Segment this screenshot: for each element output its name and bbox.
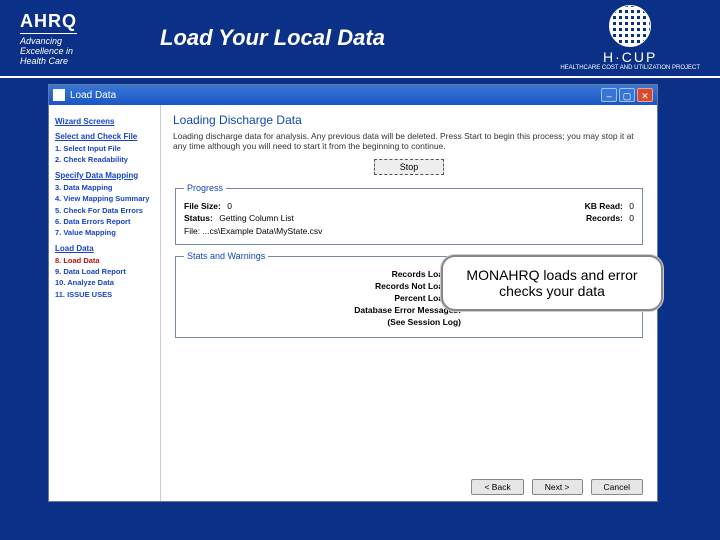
stat-label: Records Loaded: xyxy=(311,269,461,279)
close-button[interactable]: ✕ xyxy=(637,88,653,102)
back-button[interactable]: < Back xyxy=(471,479,523,495)
app-icon xyxy=(53,89,65,101)
ahrq-tagline-2: Excellence in xyxy=(20,46,130,56)
sidebar-step[interactable]: 9. Data Load Report xyxy=(55,267,154,276)
progress-legend: Progress xyxy=(184,183,226,193)
cancel-button[interactable]: Cancel xyxy=(591,479,643,495)
minimize-button[interactable]: – xyxy=(601,88,617,102)
app-window: Load Data – ▢ ✕ Wizard Screens Select an… xyxy=(48,84,658,502)
stats-legend: Stats and Warnings xyxy=(184,251,268,261)
file-label: File: xyxy=(184,226,200,236)
window-titlebar[interactable]: Load Data – ▢ ✕ xyxy=(49,85,657,105)
stat-label: Records Not Loaded: xyxy=(311,281,461,291)
kb-read-label: KB Read: xyxy=(585,201,623,211)
stop-button[interactable]: Stop xyxy=(374,159,444,175)
stat-label: Percent Loaded: xyxy=(311,293,461,303)
sidebar-group-load: Load Data xyxy=(55,244,154,253)
sidebar-group-wizard: Wizard Screens xyxy=(55,117,154,126)
window-title: Load Data xyxy=(70,90,116,101)
status-value: Getting Column List xyxy=(219,213,294,223)
panel-intro-text: Loading discharge data for analysis. Any… xyxy=(173,131,645,151)
globe-icon xyxy=(609,5,651,47)
hcup-logo: H·CUP HEALTHCARE COST AND UTILIZATION PR… xyxy=(560,5,700,71)
ahrq-logo: AHRQ Advancing Excellence in Health Care xyxy=(20,11,130,66)
ahrq-tagline-1: Advancing xyxy=(20,36,130,46)
sidebar-step[interactable]: 6. Data Errors Report xyxy=(55,217,154,226)
ahrq-tagline-3: Health Care xyxy=(20,56,130,66)
stat-label: Database Error Messages: xyxy=(311,305,461,315)
status-label: Status: xyxy=(184,213,213,223)
panel-heading: Loading Discharge Data xyxy=(173,113,645,127)
progress-group: Progress File Size: 0 KB Read: 0 Status:… xyxy=(175,183,643,245)
maximize-button[interactable]: ▢ xyxy=(619,88,635,102)
hcup-wordmark: H·CUP xyxy=(560,49,700,65)
sidebar-group-select: Select and Check File xyxy=(55,132,154,141)
sidebar-step[interactable]: 4. View Mapping Summary xyxy=(55,194,154,203)
annotation-callout: MONAHRQ loads and error checks your data xyxy=(441,255,663,311)
stat-value xyxy=(467,317,507,327)
wizard-footer-buttons: < Back Next > Cancel xyxy=(471,479,643,495)
next-button[interactable]: Next > xyxy=(532,479,583,495)
sidebar-step[interactable]: 3. Data Mapping xyxy=(55,183,154,192)
sidebar-group-mapping: Specify Data Mapping xyxy=(55,171,154,180)
sidebar-step[interactable]: 11. ISSUE USES xyxy=(55,290,154,299)
slide-header: AHRQ Advancing Excellence in Health Care… xyxy=(0,0,720,78)
records-value: 0 xyxy=(629,213,634,223)
wizard-sidebar: Wizard Screens Select and Check File 1. … xyxy=(49,105,161,501)
sidebar-step[interactable]: 2. Check Readability xyxy=(55,155,154,164)
sidebar-step[interactable]: 1. Select Input File xyxy=(55,144,154,153)
stat-label: (See Session Log) xyxy=(311,317,461,327)
sidebar-step[interactable]: 7. Value Mapping xyxy=(55,228,154,237)
kb-read-value: 0 xyxy=(629,201,634,211)
file-size-label: File Size: xyxy=(184,201,221,211)
sidebar-step[interactable]: 5. Check For Data Errors xyxy=(55,206,154,215)
file-value: ...cs\Example Data\MyState.csv xyxy=(202,226,322,236)
file-size-value: 0 xyxy=(227,201,232,211)
ahrq-wordmark: AHRQ xyxy=(20,11,77,34)
hcup-subtext: HEALTHCARE COST AND UTILIZATION PROJECT xyxy=(560,65,700,71)
sidebar-step-current[interactable]: 8. Load Data xyxy=(55,256,154,265)
wizard-main-panel: Loading Discharge Data Loading discharge… xyxy=(161,105,657,501)
sidebar-step[interactable]: 10. Analyze Data xyxy=(55,278,154,287)
slide-title: Load Your Local Data xyxy=(130,25,560,51)
records-label: Records: xyxy=(586,213,623,223)
